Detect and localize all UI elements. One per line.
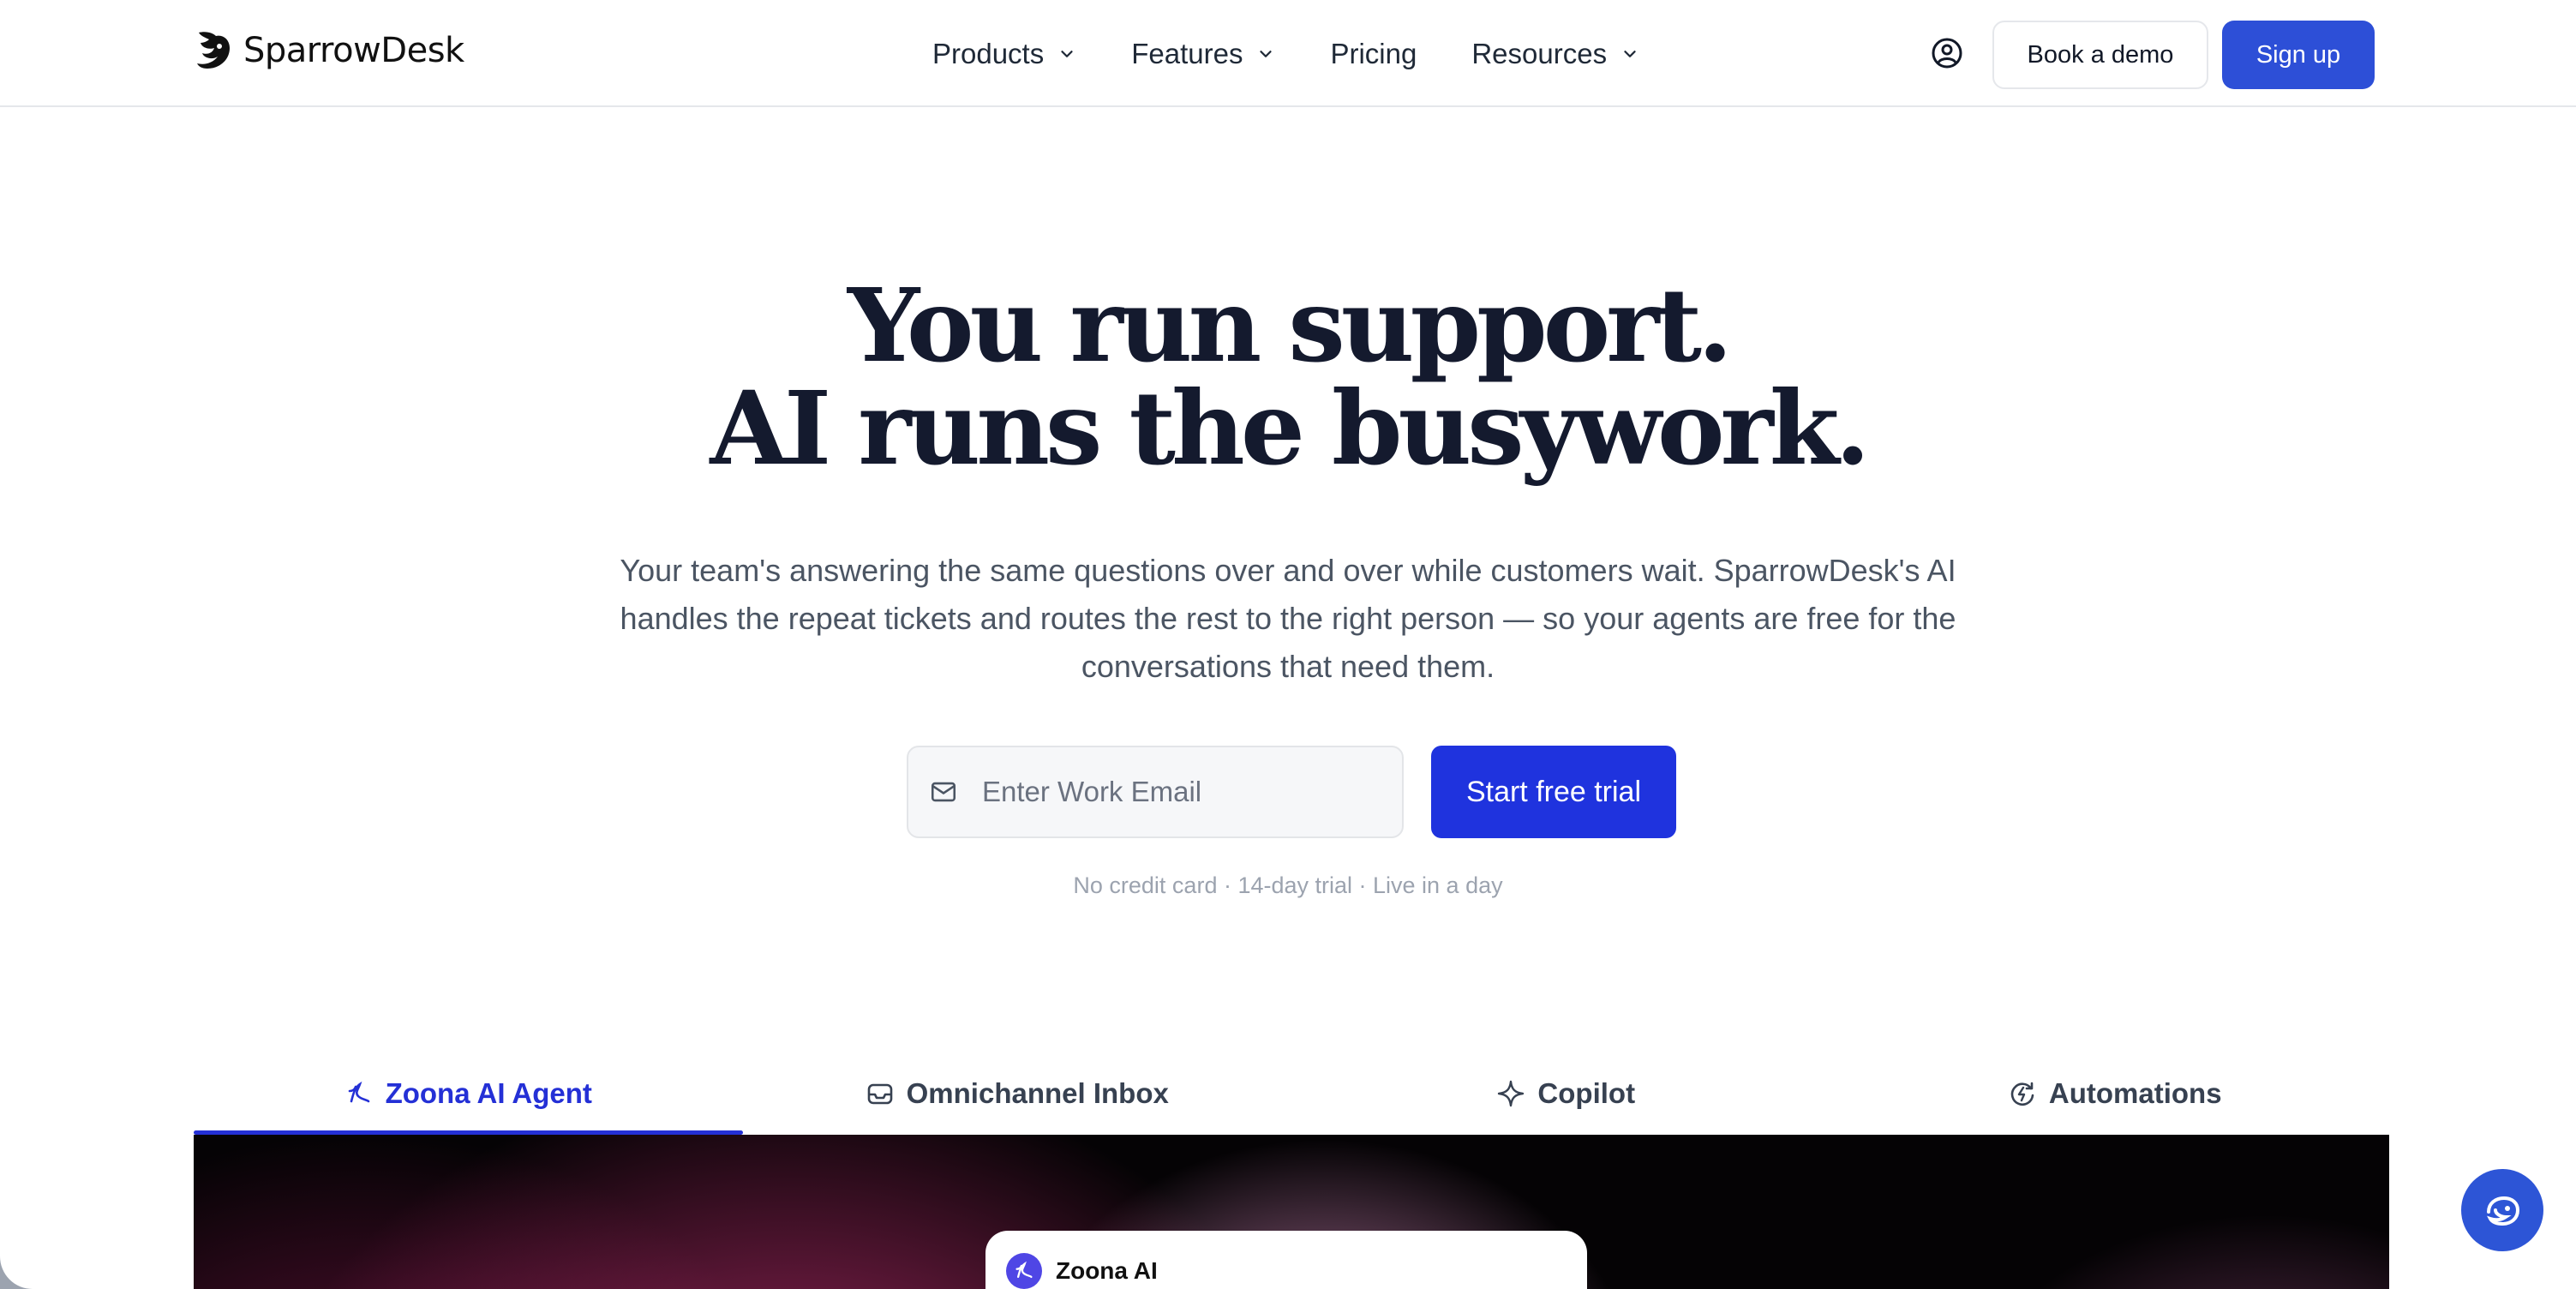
sign-up-button[interactable]: Sign up	[2222, 21, 2375, 89]
logo-text: SparrowDesk	[243, 31, 464, 70]
nav-resources[interactable]: Resources	[1471, 33, 1639, 75]
tab-omnichannel-inbox[interactable]: Omnichannel Inbox	[743, 1052, 1292, 1135]
zoona-avatar	[1006, 1253, 1042, 1289]
mail-icon	[931, 782, 956, 802]
chevron-down-icon	[1061, 51, 1073, 57]
tab-zoona-ai-agent[interactable]: Zoona AI Agent	[194, 1052, 743, 1135]
tab-automations[interactable]: Automations	[1841, 1052, 2390, 1135]
hero-subtitle: Your team's answering the same questions…	[620, 553, 1956, 684]
nav-pricing-label: Pricing	[1330, 38, 1417, 69]
site-header: SparrowDesk Products Features Pricing Re…	[0, 0, 2576, 107]
sparrowdesk-logo-icon	[197, 32, 230, 69]
tab-label: Copilot	[1537, 1077, 1636, 1109]
email-field-container	[907, 746, 1404, 838]
hero-title: You run support. AI runs the busywork.	[0, 274, 2576, 480]
nav-products[interactable]: Products	[932, 33, 1076, 75]
tab-label: Zoona AI Agent	[385, 1077, 592, 1109]
start-free-trial-button[interactable]: Start free trial	[1431, 746, 1676, 838]
nav-resources-label: Resources	[1471, 38, 1608, 69]
zoona-icon	[348, 1081, 369, 1103]
user-circle-icon[interactable]	[1930, 36, 1964, 70]
work-email-input[interactable]	[982, 776, 1376, 808]
sparkle-icon	[1498, 1080, 1525, 1107]
hero-title-line-2: AI runs the busywork.	[710, 369, 1870, 488]
nav-features-label: Features	[1131, 38, 1243, 69]
tab-label: Omnichannel Inbox	[906, 1077, 1169, 1109]
nav-features[interactable]: Features	[1131, 33, 1275, 75]
tab-label: Automations	[2048, 1077, 2222, 1109]
book-demo-button[interactable]: Book a demo	[1992, 21, 2208, 89]
nav-pricing[interactable]: Pricing	[1330, 33, 1417, 75]
main-nav: Products Features Pricing Resources	[932, 33, 1694, 75]
inbox-icon	[867, 1083, 892, 1105]
chat-widget-icon	[2487, 1196, 2520, 1226]
logo[interactable]: SparrowDesk	[194, 29, 464, 72]
hero-title-line-1: You run support.	[847, 266, 1733, 385]
nav-products-label: Products	[932, 38, 1045, 69]
chevron-down-icon	[1624, 51, 1636, 57]
automation-icon	[2010, 1082, 2034, 1106]
trial-note: No credit card · 14-day trial · Live in …	[1073, 872, 1503, 898]
window-corner	[0, 1255, 34, 1289]
zoona-icon	[1015, 1261, 1033, 1279]
chevron-down-icon	[1260, 51, 1273, 57]
tab-copilot[interactable]: Copilot	[1291, 1052, 1841, 1135]
zoona-chat-card: Zoona AI	[985, 1231, 1587, 1289]
zoona-name: Zoona AI	[1056, 1257, 1158, 1284]
product-tabs: Zoona AI Agent Omnichannel Inbox Copilot…	[194, 1052, 2389, 1135]
chat-launcher-button[interactable]	[2461, 1169, 2543, 1251]
product-showcase: Zoona AI	[194, 1135, 2389, 1289]
